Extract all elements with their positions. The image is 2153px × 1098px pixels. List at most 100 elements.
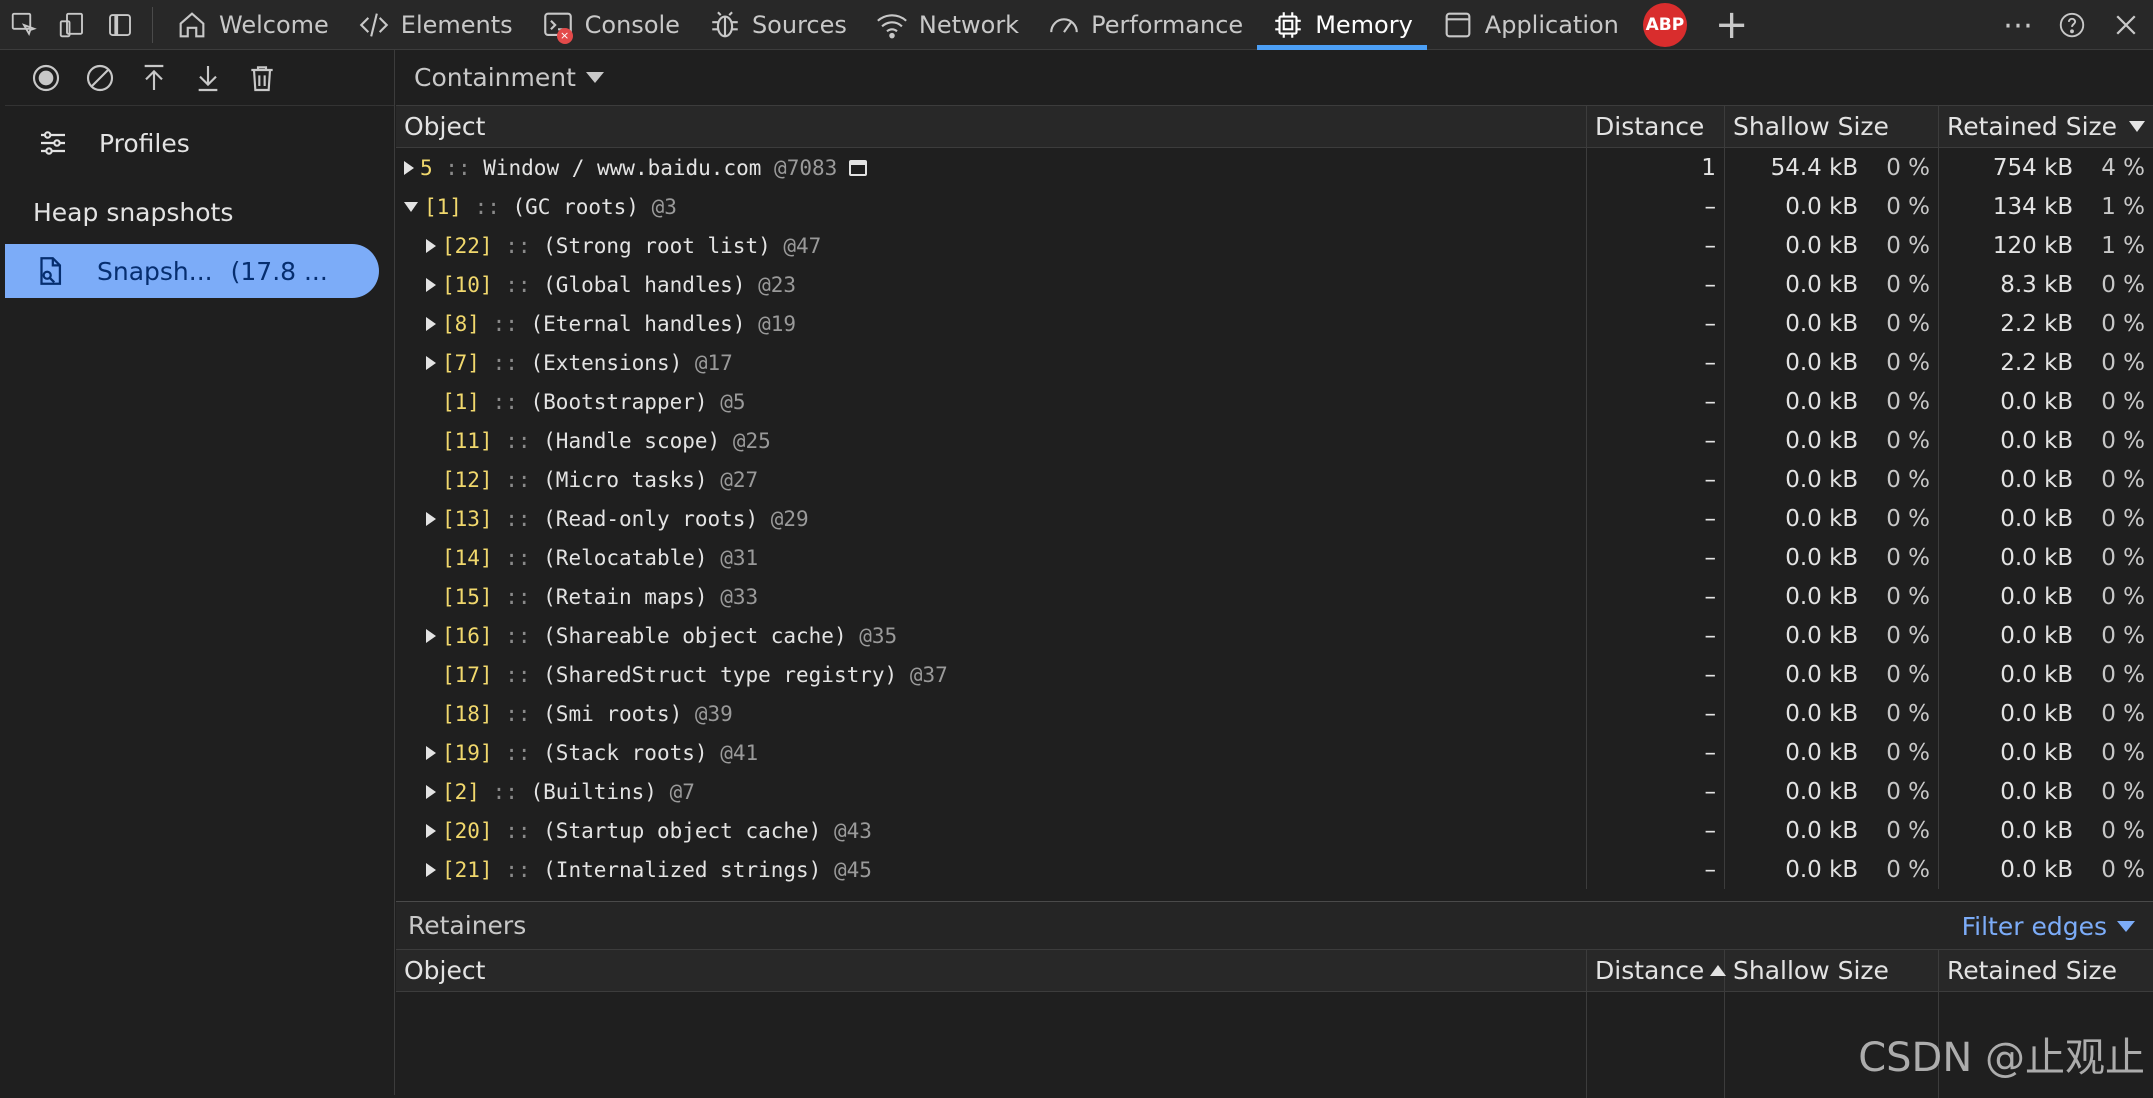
table-row[interactable]: [16] :: (Shareable object cache) @35–0.0… <box>396 616 2153 655</box>
expand-arrow-icon[interactable] <box>426 824 436 838</box>
separator: :: <box>480 390 531 414</box>
table-row[interactable]: [1] :: (Bootstrapper) @5–0.0 kB0 %0.0 kB… <box>396 382 2153 421</box>
separator: :: <box>480 780 531 804</box>
shallow-percent: 0 % <box>1886 272 1930 298</box>
cell-object: [18] :: (Smi roots) @39 <box>396 694 1587 733</box>
tab-performance[interactable]: Performance <box>1033 0 1257 50</box>
retained-percent: 0 % <box>2101 662 2145 688</box>
load-profile-icon[interactable] <box>127 50 181 106</box>
separator: :: <box>480 351 531 375</box>
tab-welcome[interactable]: Welcome <box>161 0 343 50</box>
window-icon[interactable] <box>849 160 867 176</box>
shallow-percent: 0 % <box>1886 467 1930 493</box>
cell-shallow-size: 0.0 kB0 % <box>1725 304 1939 343</box>
table-row[interactable]: [22] :: (Strong root list) @47–0.0 kB0 %… <box>396 226 2153 265</box>
column-shallow-size[interactable]: Shallow Size <box>1725 106 1939 147</box>
object-count: [21] <box>442 858 493 882</box>
retainers-column-shallow-size[interactable]: Shallow Size <box>1725 950 1939 991</box>
retained-value: 120 kB <box>1993 233 2073 259</box>
table-row[interactable]: [18] :: (Smi roots) @39–0.0 kB0 %0.0 kB0… <box>396 694 2153 733</box>
table-row[interactable]: 5 :: Window / www.baidu.com @7083154.4 k… <box>396 148 2153 187</box>
tab-label: Welcome <box>219 11 329 39</box>
table-row[interactable]: [7] :: (Extensions) @17–0.0 kB0 %2.2 kB0… <box>396 343 2153 382</box>
table-row[interactable]: [11] :: (Handle scope) @25–0.0 kB0 %0.0 … <box>396 421 2153 460</box>
object-name: (Extensions) <box>531 351 683 375</box>
shallow-percent: 0 % <box>1886 506 1930 532</box>
tab-network[interactable]: Network <box>861 0 1033 50</box>
tab-memory[interactable]: Memory <box>1257 0 1427 50</box>
expand-arrow-icon[interactable] <box>426 785 436 799</box>
table-row[interactable]: [17] :: (SharedStruct type registry) @37… <box>396 655 2153 694</box>
object-name: (Read-only roots) <box>543 507 758 531</box>
retainers-empty-distance <box>1587 992 1725 1098</box>
profiles-header[interactable]: Profiles <box>5 106 394 180</box>
expand-arrow-icon[interactable] <box>426 863 436 877</box>
tab-console[interactable]: × Console <box>527 0 694 50</box>
help-icon[interactable] <box>2045 10 2099 40</box>
chip-icon <box>1271 8 1305 42</box>
object-count: [18] <box>442 702 493 726</box>
column-object-label: Object <box>404 112 485 141</box>
expand-arrow-icon[interactable] <box>404 161 414 175</box>
collapse-arrow-icon[interactable] <box>404 202 418 212</box>
watermark: CSDN @止观止 <box>1858 1025 2145 1083</box>
shallow-value: 0.0 kB <box>1785 584 1858 610</box>
close-devtools-icon[interactable] <box>2099 10 2153 40</box>
cell-distance: – <box>1587 382 1725 421</box>
expand-arrow-icon[interactable] <box>426 512 436 526</box>
table-row[interactable]: [21] :: (Internalized strings) @45–0.0 k… <box>396 850 2153 889</box>
view-selector[interactable]: Containment <box>396 50 2153 106</box>
column-object[interactable]: Object <box>396 106 1587 147</box>
object-count: [20] <box>442 819 493 843</box>
separator: :: <box>493 741 544 765</box>
table-row[interactable]: [19] :: (Stack roots) @41–0.0 kB0 %0.0 k… <box>396 733 2153 772</box>
expand-arrow-icon[interactable] <box>426 278 436 292</box>
object-name: (Stack roots) <box>543 741 707 765</box>
retained-percent: 1 % <box>2101 194 2145 220</box>
separator: :: <box>493 546 544 570</box>
dock-side-icon[interactable] <box>96 0 144 50</box>
adblock-plus-icon[interactable]: ABP <box>1643 3 1687 47</box>
retained-percent: 4 % <box>2101 155 2145 181</box>
expand-arrow-icon[interactable] <box>426 629 436 643</box>
shallow-percent: 0 % <box>1886 662 1930 688</box>
expand-arrow-icon[interactable] <box>426 317 436 331</box>
cell-retained-size: 0.0 kB0 % <box>1939 382 2153 421</box>
delete-profile-icon[interactable] <box>235 50 289 106</box>
column-distance[interactable]: Distance <box>1587 106 1725 147</box>
column-retained-size[interactable]: Retained Size <box>1939 106 2153 147</box>
expand-arrow-icon[interactable] <box>426 239 436 253</box>
shallow-value: 0.0 kB <box>1785 506 1858 532</box>
cell-shallow-size: 0.0 kB0 % <box>1725 811 1939 850</box>
record-icon[interactable] <box>19 50 73 106</box>
table-row[interactable]: [12] :: (Micro tasks) @27–0.0 kB0 %0.0 k… <box>396 460 2153 499</box>
table-row[interactable]: [8] :: (Eternal handles) @19–0.0 kB0 %2.… <box>396 304 2153 343</box>
inspect-element-icon[interactable] <box>0 0 48 50</box>
clear-all-icon[interactable] <box>73 50 127 106</box>
table-row[interactable]: [1] :: (GC roots) @3–0.0 kB0 %134 kB1 % <box>396 187 2153 226</box>
device-emulation-icon[interactable] <box>48 0 96 50</box>
table-row[interactable]: [2] :: (Builtins) @7–0.0 kB0 %0.0 kB0 % <box>396 772 2153 811</box>
save-profile-icon[interactable] <box>181 50 235 106</box>
table-row[interactable]: [15] :: (Retain maps) @33–0.0 kB0 %0.0 k… <box>396 577 2153 616</box>
tab-sources[interactable]: Sources <box>694 0 861 50</box>
object-name: (Smi roots) <box>543 702 682 726</box>
expand-arrow-icon[interactable] <box>426 356 436 370</box>
table-row[interactable]: [14] :: (Relocatable) @31–0.0 kB0 %0.0 k… <box>396 538 2153 577</box>
object-count: [11] <box>442 429 493 453</box>
retainers-column-retained-size[interactable]: Retained Size <box>1939 950 2153 991</box>
shallow-percent: 0 % <box>1886 545 1930 571</box>
table-row[interactable]: [20] :: (Startup object cache) @43–0.0 k… <box>396 811 2153 850</box>
cell-distance: – <box>1587 343 1725 382</box>
table-row[interactable]: [10] :: (Global handles) @23–0.0 kB0 %8.… <box>396 265 2153 304</box>
tab-elements[interactable]: Elements <box>343 0 527 50</box>
expand-arrow-icon[interactable] <box>426 746 436 760</box>
snapshot-item-selected[interactable]: Snapsh... (17.8 ... <box>5 244 379 298</box>
filter-edges-dropdown[interactable]: Filter edges <box>1962 902 2135 950</box>
table-row[interactable]: [13] :: (Read-only roots) @29–0.0 kB0 %0… <box>396 499 2153 538</box>
retainers-column-distance[interactable]: Distance <box>1587 950 1725 991</box>
tab-application[interactable]: Application <box>1427 0 1633 50</box>
more-options-icon[interactable]: ⋯ <box>1991 8 2045 43</box>
more-tabs-plus-icon[interactable]: + <box>1715 5 1749 45</box>
retainers-column-object[interactable]: Object <box>396 950 1587 991</box>
